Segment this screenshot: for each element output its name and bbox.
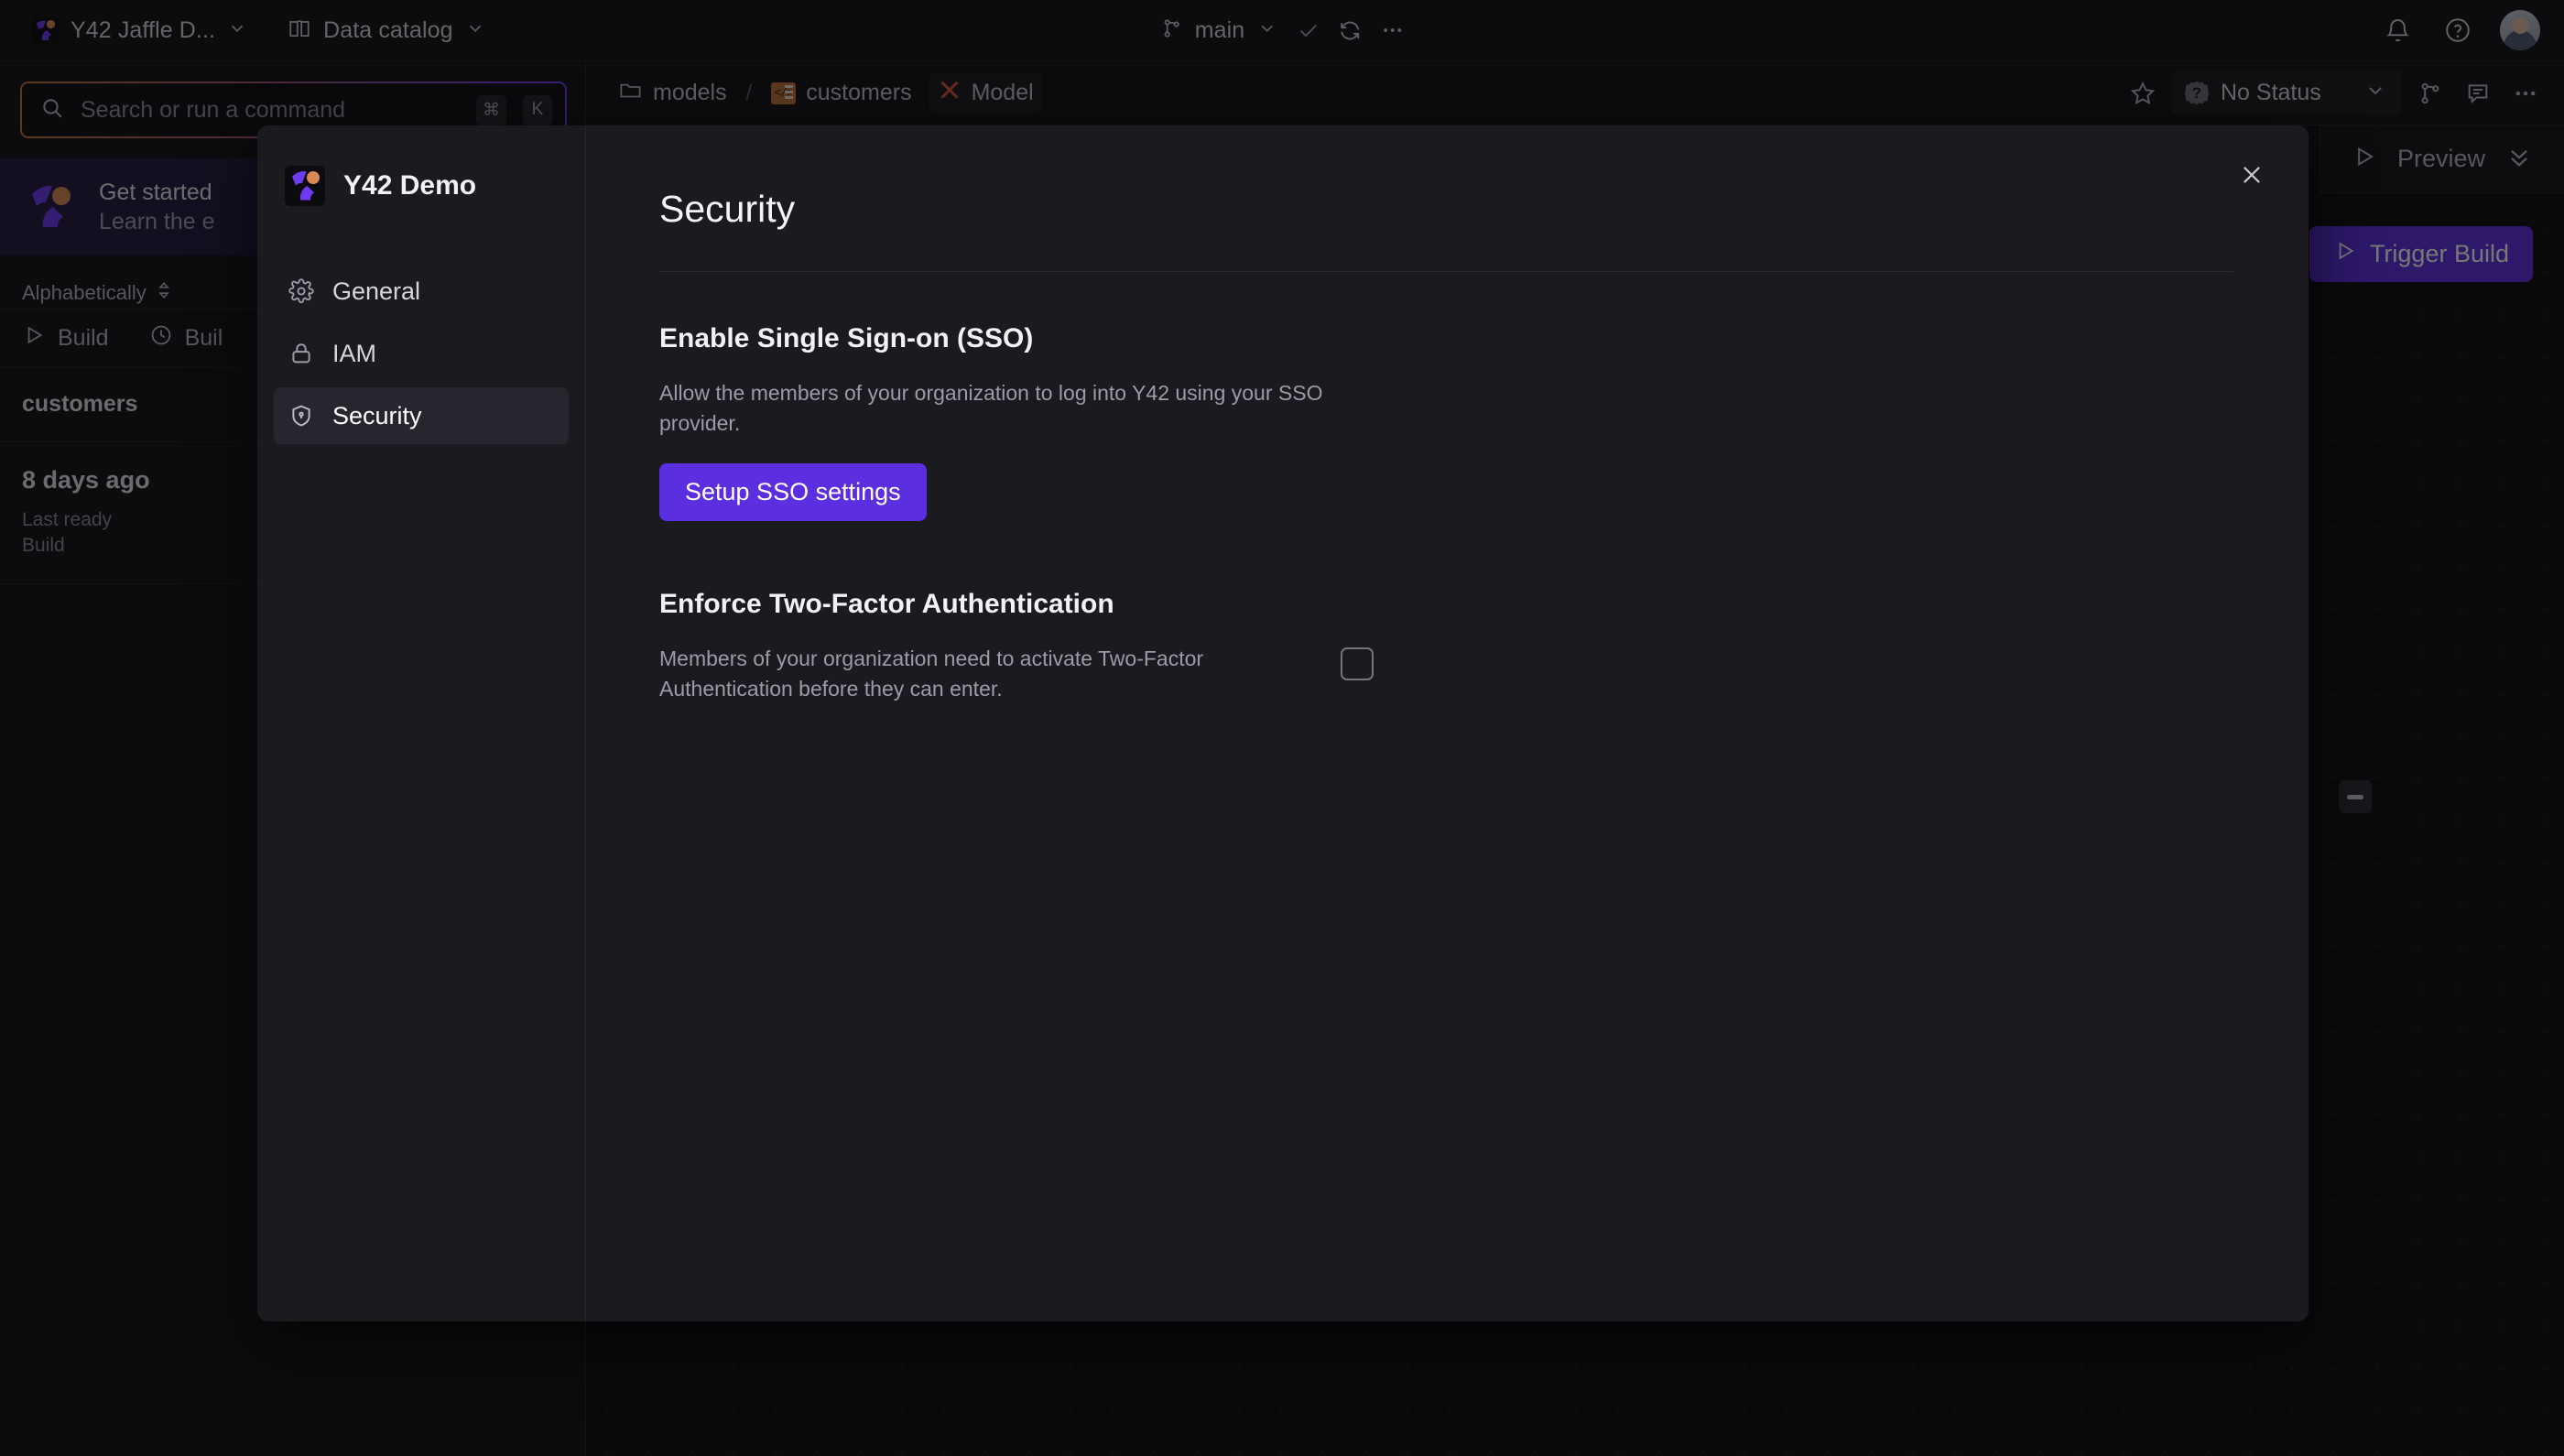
twofa-heading: Enforce Two-Factor Authentication	[659, 589, 1114, 620]
modal-nav-iam[interactable]: IAM	[274, 325, 569, 382]
organization-settings-modal: Y42 Demo General IAM Security Security E…	[257, 125, 2309, 1321]
organization-header: Y42 Demo	[274, 166, 569, 206]
sso-heading: Enable Single Sign-on (SSO)	[659, 323, 1034, 353]
twofa-section: Enforce Two-Factor Authentication Member…	[659, 521, 2254, 703]
modal-nav-iam-label: IAM	[332, 339, 377, 367]
y42-logo-icon	[285, 166, 325, 206]
twofa-row: Members of your organization need to act…	[659, 644, 2254, 703]
modal-sidebar: Y42 Demo General IAM Security	[257, 125, 586, 1321]
shield-icon	[288, 403, 314, 429]
twofa-description: Members of your organization need to act…	[659, 647, 1204, 701]
close-icon[interactable]	[2228, 151, 2276, 199]
modal-nav-general[interactable]: General	[274, 263, 569, 320]
page-title: Security	[659, 188, 796, 230]
organization-name: Y42 Demo	[343, 170, 477, 201]
modal-content: Security Enable Single Sign-on (SSO) All…	[586, 125, 2309, 1321]
gear-icon	[288, 278, 314, 304]
sso-description: Allow the members of your organization t…	[659, 381, 1323, 435]
app-root: Y42 Jaffle D... Data catalog	[0, 0, 2564, 1456]
modal-nav-security-label: Security	[332, 401, 422, 429]
twofa-checkbox[interactable]	[1341, 647, 1374, 681]
sso-section: Enable Single Sign-on (SSO) Allow the me…	[659, 272, 2254, 522]
setup-sso-button[interactable]: Setup SSO settings	[659, 463, 927, 522]
modal-nav-security[interactable]: Security	[274, 387, 569, 444]
modal-nav-general-label: General	[332, 277, 421, 305]
lock-icon	[288, 341, 314, 366]
